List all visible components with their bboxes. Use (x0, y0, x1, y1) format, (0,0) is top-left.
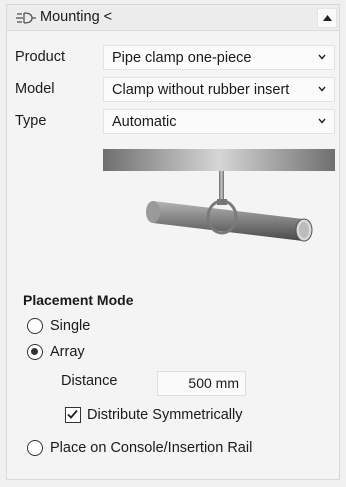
radio-console-rail-label: Place on Console/Insertion Rail (50, 440, 253, 456)
clamp-preview-image (103, 149, 335, 242)
chevron-down-icon (318, 118, 326, 124)
distance-label: Distance (61, 373, 118, 389)
product-select[interactable]: Pipe clamp one-piece (103, 45, 335, 70)
radio-button[interactable] (27, 318, 43, 334)
distribute-symmetrically-checkbox[interactable]: Distribute Symmetrically (65, 405, 243, 425)
panel-title: Mounting < (40, 9, 113, 25)
placement-mode-title: Placement Mode (23, 292, 134, 308)
checkbox-box[interactable] (65, 407, 81, 423)
radio-button[interactable] (27, 344, 43, 360)
product-label: Product (15, 49, 65, 65)
model-label: Model (15, 81, 55, 97)
model-select[interactable]: Clamp without rubber insert (103, 77, 335, 102)
collapse-button[interactable] (317, 8, 337, 28)
radio-single-label: Single (50, 318, 91, 334)
radio-array[interactable]: Array (27, 342, 85, 362)
radio-button[interactable] (27, 440, 43, 456)
radio-array-label: Array (50, 344, 85, 360)
chevron-up-icon (322, 15, 332, 21)
panel-header[interactable]: Mounting < (7, 5, 339, 31)
model-value: Clamp without rubber insert (112, 82, 290, 98)
type-label: Type (15, 113, 47, 129)
type-select[interactable]: Automatic (103, 109, 335, 134)
distance-input[interactable]: 500 mm (157, 371, 246, 396)
mounting-panel: Mounting < Product Pipe clamp one-piece … (6, 4, 340, 480)
type-value: Automatic (112, 114, 177, 130)
pipe-mounting-icon (16, 12, 36, 24)
chevron-down-icon (318, 86, 326, 92)
radio-single[interactable]: Single (27, 316, 90, 336)
checkmark-icon (67, 409, 78, 419)
product-value: Pipe clamp one-piece (112, 50, 252, 66)
chevron-down-icon (318, 54, 326, 60)
distribute-symmetrically-label: Distribute Symmetrically (87, 407, 243, 423)
radio-console-rail[interactable]: Place on Console/Insertion Rail (27, 438, 252, 458)
